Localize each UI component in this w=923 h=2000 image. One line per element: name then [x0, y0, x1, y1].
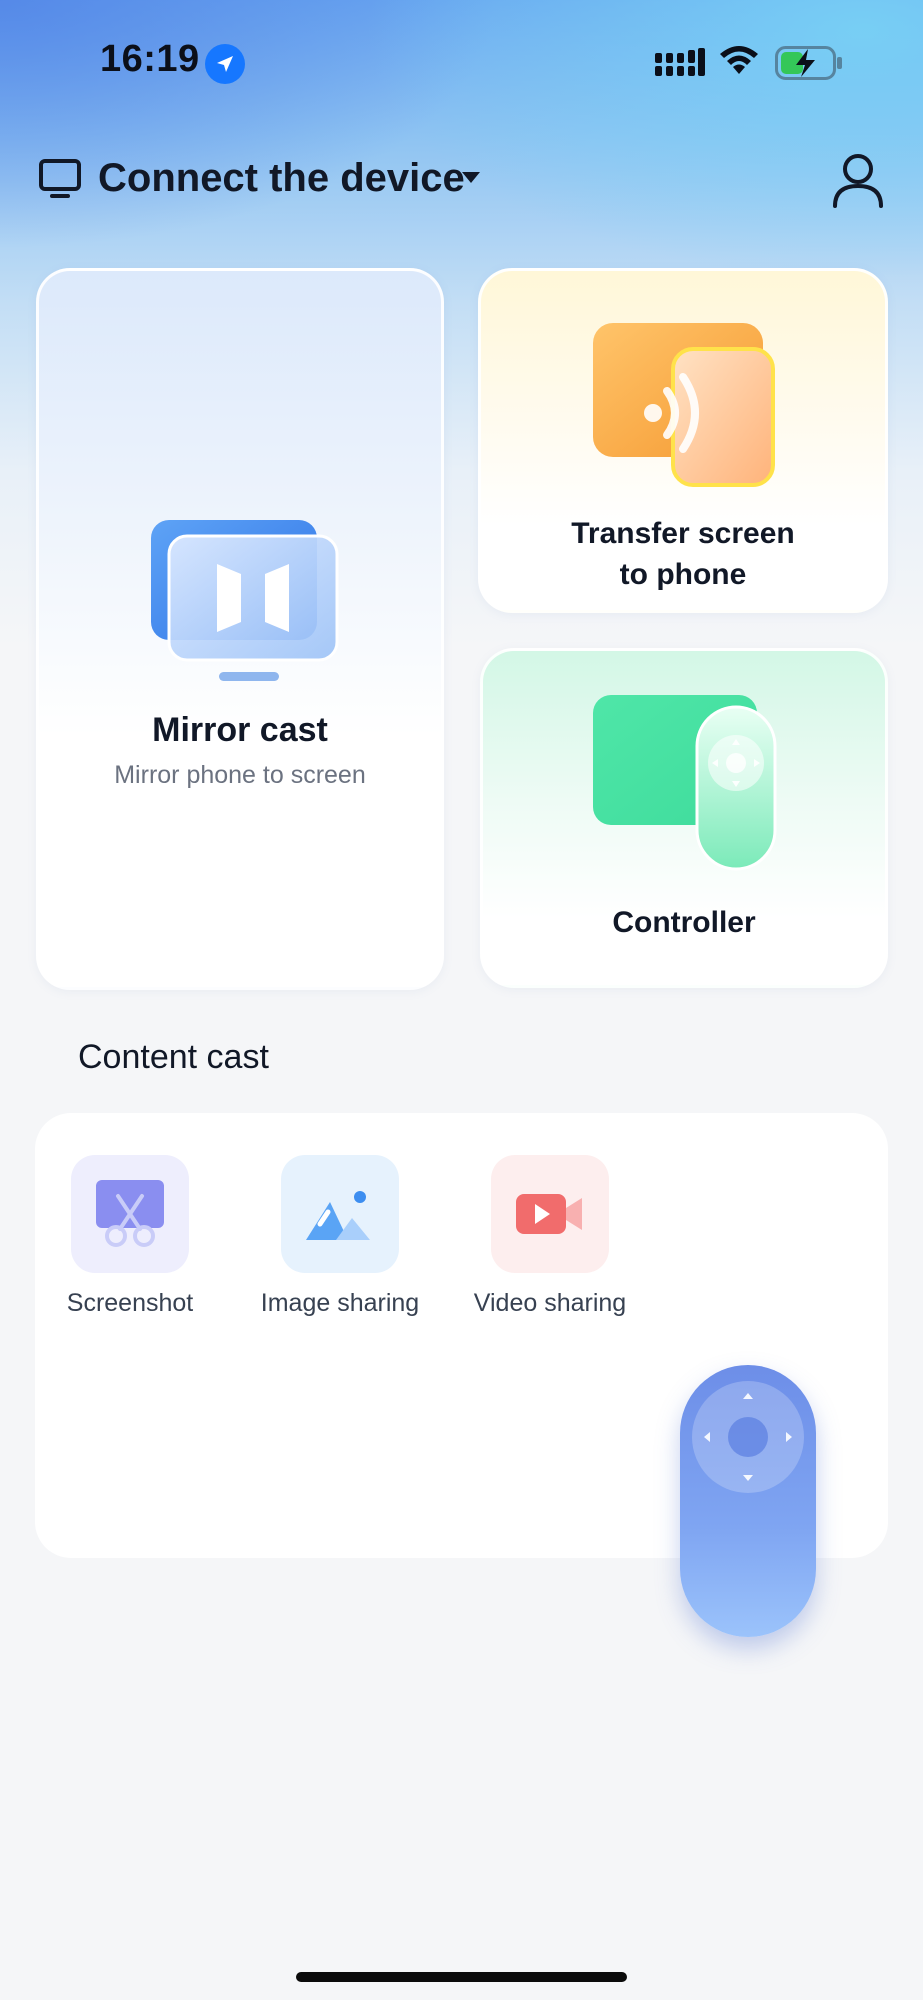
video-sharing-label: Video sharing [473, 1289, 627, 1317]
image-sharing-label: Image sharing [260, 1289, 420, 1317]
floating-remote-button[interactable] [680, 1365, 816, 1637]
mirror-screen-icon [147, 516, 343, 691]
mirror-cast-card[interactable]: Mirror cast Mirror phone to screen [36, 268, 444, 990]
connect-device-dropdown[interactable]: Connect the device [98, 156, 465, 201]
screenshot-scissors-icon [71, 1155, 189, 1273]
remote-dpad-icon [692, 1381, 804, 1493]
image-icon [281, 1155, 399, 1273]
transfer-screen-card[interactable]: Transfer screen to phone [478, 268, 888, 613]
transfer-title-line2: to phone [619, 558, 747, 591]
screenshot-item[interactable]: Screenshot [45, 1155, 215, 1318]
status-bar: 16:19 [0, 0, 923, 120]
wifi-icon [718, 44, 760, 83]
user-profile-icon[interactable] [830, 150, 886, 215]
transfer-screen-title: Transfer screen to phone [481, 513, 885, 595]
cellular-signal-icon [655, 48, 705, 83]
home-indicator [296, 1972, 627, 1982]
location-arrow-icon [205, 44, 245, 84]
status-time: 16:19 [100, 38, 200, 80]
tv-monitor-icon[interactable] [38, 158, 82, 205]
transfer-title-line1: Transfer screen [571, 517, 795, 550]
battery-charging-icon [775, 46, 843, 85]
controller-remote-icon [591, 693, 781, 878]
video-sharing-item[interactable]: Video sharing [465, 1155, 635, 1318]
image-sharing-item[interactable]: Image sharing [255, 1155, 425, 1318]
mirror-cast-title: Mirror cast [152, 711, 328, 749]
header: Connect the device [0, 140, 923, 220]
transfer-screen-icon [591, 321, 777, 496]
controller-card[interactable]: Controller [480, 648, 888, 988]
video-camera-icon [491, 1155, 609, 1273]
content-cast-title: Content cast [78, 1038, 269, 1076]
screenshot-label: Screenshot [66, 1289, 194, 1317]
chevron-down-icon[interactable] [462, 172, 480, 183]
controller-title: Controller [612, 906, 756, 939]
mirror-cast-subtitle: Mirror phone to screen [114, 761, 366, 789]
